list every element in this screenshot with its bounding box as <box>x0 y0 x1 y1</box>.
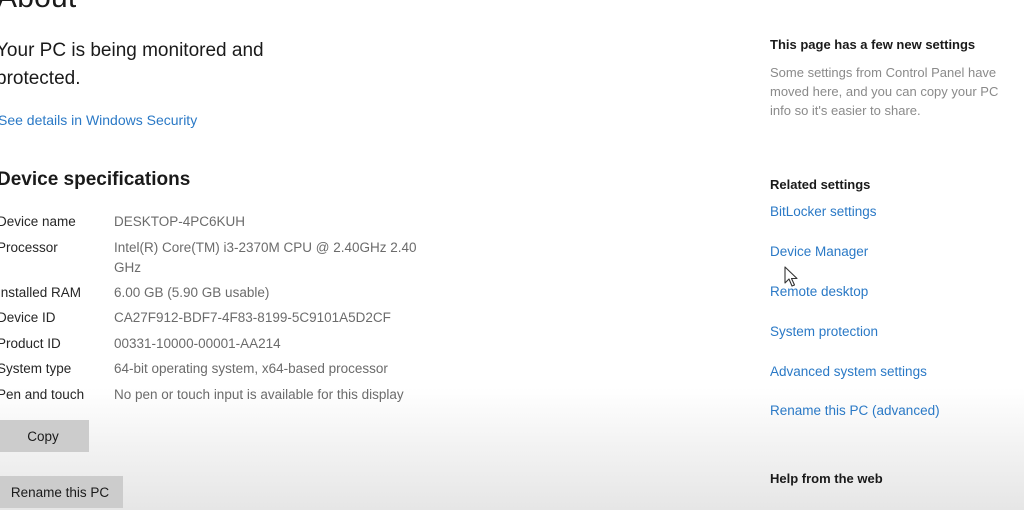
device-manager-link[interactable]: Device Manager <box>770 243 868 261</box>
new-settings-heading: This page has a few new settings <box>770 37 976 52</box>
spec-label: System type <box>0 361 72 376</box>
help-from-web-heading: Help from the web <box>770 471 883 486</box>
spec-label: Pen and touch <box>0 387 85 402</box>
spec-label: Product ID <box>0 336 61 351</box>
spec-row-pen-and-touch: Pen and touch No pen or touch input is a… <box>0 385 457 405</box>
spec-value: CA27F912-BDF7-4F83-8199-5C9101A5D2CF <box>114 310 391 325</box>
spec-row-device-id: Device ID CA27F912-BDF7-4F83-8199-5C9101… <box>0 308 457 328</box>
spec-label: Installed RAM <box>0 285 82 300</box>
spec-label: Device ID <box>0 310 56 325</box>
new-settings-description: Some settings from Control Panel have mo… <box>770 65 999 118</box>
related-settings-heading: Related settings <box>770 177 871 192</box>
bitlocker-settings-link[interactable]: BitLocker settings <box>770 203 877 221</box>
spec-row-device-name: Device name DESKTOP-4PC6KUH <box>0 212 457 232</box>
spec-label: Device name <box>0 214 76 229</box>
spec-row-processor: Processor Intel(R) Core(TM) i3-2370M CPU… <box>0 238 457 278</box>
mouse-cursor-icon <box>784 266 798 287</box>
system-protection-link[interactable]: System protection <box>770 323 878 341</box>
spec-value: DESKTOP-4PC6KUH <box>114 214 246 229</box>
spec-label: Processor <box>0 240 58 255</box>
rename-pc-advanced-link[interactable]: Rename this PC (advanced) <box>770 402 940 420</box>
spec-row-installed-ram: Installed RAM 6.00 GB (5.90 GB usable) <box>0 283 457 303</box>
windows-security-link[interactable]: See details in Windows Security <box>0 112 197 128</box>
page-title: About <box>0 0 76 16</box>
spec-value: 00331-10000-00001-AA214 <box>114 336 281 351</box>
advanced-system-settings-link[interactable]: Advanced system settings <box>770 363 927 381</box>
spec-value: 6.00 GB (5.90 GB usable) <box>114 285 270 300</box>
spec-value: No pen or touch input is available for t… <box>114 387 404 402</box>
rename-pc-button[interactable]: Rename this PC <box>0 476 123 508</box>
security-status-text: Your PC is being monitored and protected… <box>0 40 264 89</box>
spec-row-product-id: Product ID 00331-10000-00001-AA214 <box>0 334 457 354</box>
spec-value: 64-bit operating system, x64-based proce… <box>114 361 388 376</box>
device-specifications-title: Device specifications <box>0 169 191 190</box>
copy-button[interactable]: Copy <box>0 420 89 452</box>
spec-row-system-type: System type 64-bit operating system, x64… <box>0 359 457 379</box>
spec-value: Intel(R) Core(TM) i3-2370M CPU @ 2.40GHz… <box>114 240 417 275</box>
